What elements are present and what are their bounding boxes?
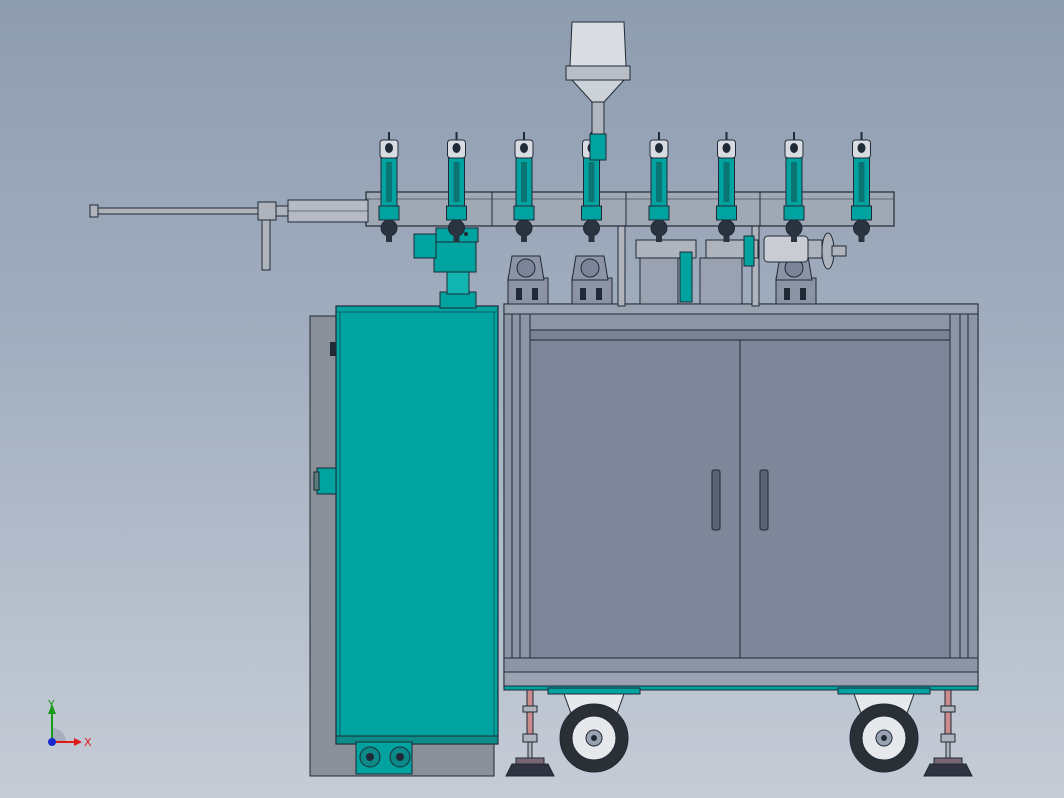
clamp-block[interactable] (507, 255, 549, 305)
teal-tank[interactable] (313, 305, 499, 745)
door-handle-left[interactable] (711, 469, 721, 531)
x-axis-label: X (84, 736, 92, 749)
coordinate-triad: Y X (47, 698, 92, 749)
dispensing-nozzle[interactable] (716, 132, 737, 242)
dispensing-nozzle[interactable] (446, 132, 467, 242)
machine-drawing: Y X (47, 21, 979, 777)
tank-side-port (316, 467, 337, 495)
caster-wheel[interactable] (837, 687, 931, 773)
clamp-block[interactable] (571, 255, 613, 305)
leveling-foot[interactable] (923, 689, 973, 777)
y-axis-label: Y (47, 698, 55, 711)
cylinder-block[interactable] (699, 235, 759, 305)
top-pump[interactable] (413, 227, 479, 309)
clamp-block[interactable] (775, 255, 817, 305)
feed-hopper[interactable] (565, 21, 631, 161)
push-rod[interactable] (89, 199, 369, 271)
dispensing-nozzle[interactable] (783, 132, 805, 242)
bottom-gearbox[interactable] (355, 741, 413, 775)
caster-wheel[interactable] (547, 687, 641, 773)
cabinet-door-right[interactable] (739, 339, 951, 659)
x-axis-arrowhead (74, 738, 82, 746)
dispensing-nozzle[interactable] (648, 132, 670, 242)
dispensing-nozzle[interactable] (851, 132, 872, 242)
nozzle-rail[interactable] (365, 191, 895, 227)
cabinet-door-left[interactable] (529, 339, 741, 659)
cad-viewport[interactable]: Y X (0, 0, 1064, 798)
cylinder-block[interactable] (635, 239, 697, 305)
dispensing-nozzle[interactable] (513, 132, 535, 242)
z-axis-dot (48, 738, 56, 746)
door-handle-right[interactable] (759, 469, 769, 531)
dispensing-nozzle[interactable] (378, 132, 400, 242)
leveling-foot[interactable] (505, 689, 555, 777)
